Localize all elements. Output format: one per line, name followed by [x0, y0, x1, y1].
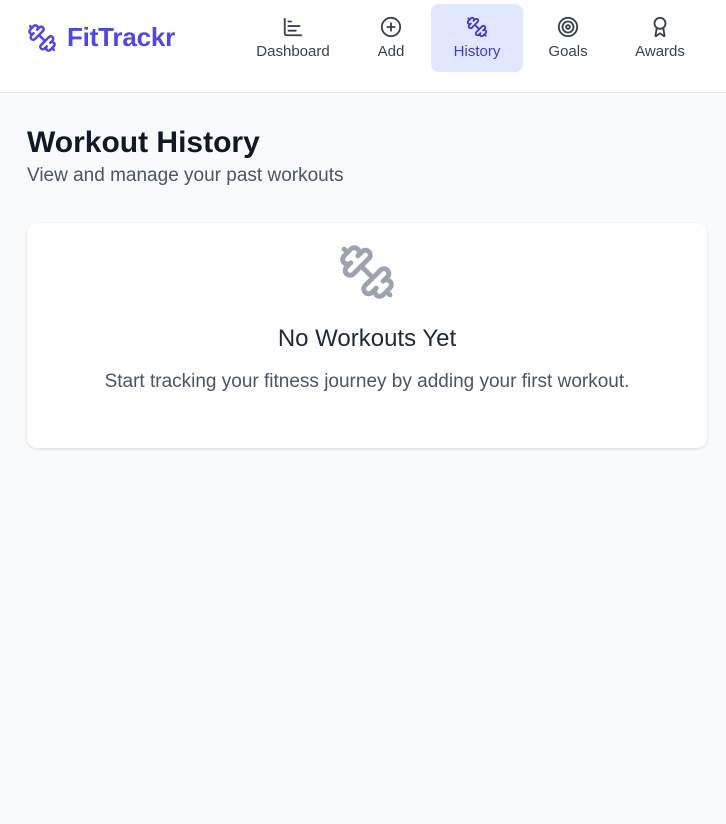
main-content: Workout History View and manage your pas… — [27, 124, 707, 448]
nav-item-awards[interactable]: Awards — [620, 4, 700, 72]
main-nav: Dashboard Add History Goals Awards — [0, 4, 726, 72]
dumbbell-icon — [466, 16, 488, 38]
nav-label: History — [453, 43, 501, 60]
empty-state-card: No Workouts Yet Start tracking your fitn… — [27, 223, 707, 448]
award-icon — [653, 16, 667, 38]
nav-label: Goals — [548, 43, 588, 60]
nav-label: Add — [377, 43, 405, 60]
target-icon — [557, 16, 579, 38]
nav-label: Dashboard — [256, 43, 330, 60]
nav-item-dashboard[interactable]: Dashboard — [246, 4, 340, 72]
dumbbell-icon — [340, 245, 394, 299]
bar-chart-icon — [283, 17, 303, 37]
empty-state-title: No Workouts Yet — [277, 325, 457, 352]
top-navigation-bar: FitTrackr Dashboard Add History Goals Aw… — [0, 0, 726, 93]
page-subtitle: View and manage your past workouts — [27, 165, 344, 186]
nav-item-history[interactable]: History — [431, 4, 523, 72]
nav-item-add[interactable]: Add — [361, 4, 421, 72]
nav-label: Awards — [635, 43, 685, 60]
page-title: Workout History — [27, 126, 260, 159]
nav-item-goals[interactable]: Goals — [533, 4, 603, 72]
empty-state-message: Start tracking your fitness journey by a… — [104, 371, 630, 392]
plus-circle-icon — [380, 16, 402, 38]
